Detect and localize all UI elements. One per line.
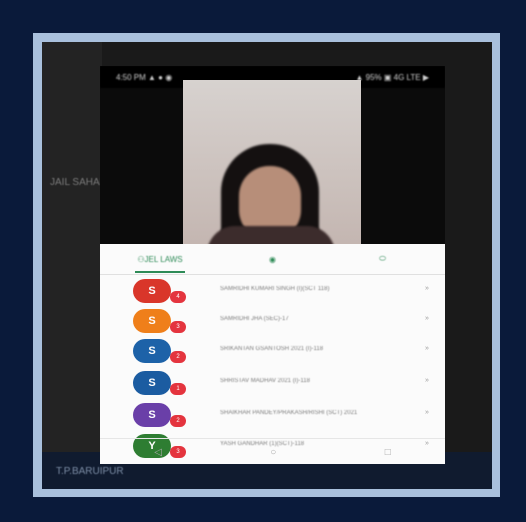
background-bottom-label: T.P.BARUIPUR (56, 466, 124, 477)
status-badge: 2 (170, 351, 186, 363)
phone-screen: 4:50 PM ▲ ● ◉ ▲ 95% ▣ 4G LTE ▶ ⚇ JEL LAW… (100, 66, 445, 464)
background-left-label: JAIL SAHAB (50, 177, 107, 188)
home-icon[interactable]: ○ (270, 447, 276, 458)
video-call-view[interactable] (183, 80, 361, 244)
status-badge: 1 (170, 383, 186, 395)
chevron-right-icon: » (425, 409, 429, 416)
caller-shoulders (207, 226, 335, 244)
phone-icon: ⬭ (379, 254, 386, 263)
status-badge: 4 (170, 291, 186, 303)
recent-apps-icon[interactable]: □ (385, 447, 391, 458)
list-item[interactable]: S 2 SRIKANTAN GSANTOSH 2021 (I)-118 » (100, 335, 445, 367)
status-right: ▲ 95% ▣ 4G LTE ▶ (355, 72, 429, 82)
list-item-label: SHAIKHAR PANDEY/PRAKASH/RISHI (SCT) 2021 (220, 410, 358, 416)
chevron-right-icon: » (425, 285, 429, 292)
avatar: S (133, 371, 171, 395)
list-item[interactable]: S 3 SAMRIDHI JHA (SEC)-17 » (100, 305, 445, 337)
avatar: S (133, 309, 171, 333)
chevron-right-icon: » (425, 377, 429, 384)
list-item-label: SAMRIDHI KUMARI SINGH (I)(SCT 118) (220, 286, 330, 292)
tab-calls[interactable]: ⬭ (355, 244, 410, 274)
tab-whatsapp[interactable]: ◉ (245, 244, 300, 274)
contacts-panel: ⚇ JEL LAWS ◉ ⬭ S 4 SAMRIDHI KUMARI SINGH… (100, 244, 445, 464)
list-item-label: SRIKANTAN GSANTOSH 2021 (I)-118 (220, 346, 324, 352)
list-item-label: SHRISTAV MADHAV 2021 (I)-118 (220, 378, 310, 384)
tab-laws[interactable]: ⚇ JEL LAWS (125, 244, 195, 274)
photo-frame-inner: JAIL SAHAB T.P.BARUIPUR 4:50 PM ▲ ● ◉ ▲ … (42, 42, 492, 489)
status-badge: 2 (170, 415, 186, 427)
status-left: 4:50 PM ▲ ● ◉ (116, 72, 173, 82)
background-left-panel (42, 42, 102, 489)
active-tab-underline (135, 271, 185, 273)
avatar: S (133, 403, 171, 427)
list-item[interactable]: S 4 SAMRIDHI KUMARI SINGH (I)(SCT 118) » (100, 275, 445, 307)
list-item[interactable]: S 2 SHAIKHAR PANDEY/PRAKASH/RISHI (SCT) … (100, 399, 445, 431)
list-item[interactable]: S 1 SHRISTAV MADHAV 2021 (I)-118 » (100, 367, 445, 399)
people-icon: ⚇ (137, 254, 145, 264)
chevron-right-icon: » (425, 315, 429, 322)
system-nav-bar: ◁ ○ □ (100, 438, 445, 464)
avatar: S (133, 339, 171, 363)
status-badge: 3 (170, 321, 186, 333)
whatsapp-icon: ◉ (269, 254, 276, 264)
back-icon[interactable]: ◁ (154, 447, 162, 458)
contact-list: S 4 SAMRIDHI KUMARI SINGH (I)(SCT 118) »… (100, 275, 445, 458)
tab-bar: ⚇ JEL LAWS ◉ ⬭ (100, 244, 445, 275)
chevron-right-icon: » (425, 345, 429, 352)
avatar: S (133, 279, 171, 303)
tab-laws-label: JEL LAWS (144, 254, 183, 264)
list-item-label: SAMRIDHI JHA (SEC)-17 (220, 316, 289, 322)
